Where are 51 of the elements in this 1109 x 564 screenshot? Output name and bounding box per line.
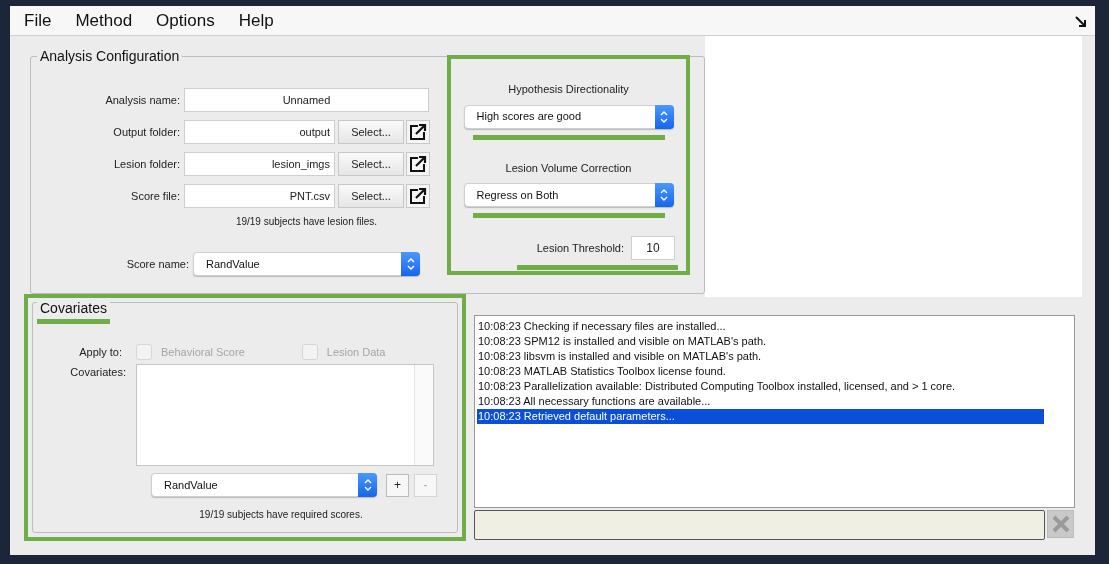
external-link-icon (409, 187, 427, 205)
text-field[interactable]: Unnamed (184, 88, 429, 112)
log-line[interactable]: 10:08:23 MATLAB Statistics Toolbox license found. (477, 364, 1044, 379)
log-line[interactable]: 10:08:23 All necessary functions are available... (477, 394, 1044, 409)
add-button[interactable]: + (386, 473, 409, 497)
open-button[interactable] (406, 120, 430, 144)
menu-item[interactable]: Options (155, 9, 216, 32)
path-field[interactable]: lesion_imgs (184, 152, 335, 176)
open-button[interactable] (406, 152, 430, 176)
log-line[interactable]: 10:08:23 Parallelization available: Distributed Computing Toolbox installed, licensed, and > 1 core. (477, 379, 1044, 394)
checkbox-label: Behavioral Score (161, 344, 245, 360)
chevron-updown-icon (405, 257, 416, 271)
path-field[interactable]: output (184, 120, 335, 144)
menu-item[interactable]: File (23, 9, 53, 32)
log-line[interactable]: 10:08:23 Checking if necessary files are installed... (477, 319, 1044, 334)
path-field[interactable]: PNT.csv (184, 184, 335, 208)
menu-item[interactable]: Help (237, 9, 275, 32)
select-button[interactable]: Select... (338, 152, 404, 176)
status-text: 19/19 subjects have lesion files. (234, 215, 379, 229)
option-label: Lesion Volume Correction (505, 160, 632, 176)
close-icon (1050, 514, 1071, 534)
number-field[interactable]: 10 (631, 236, 675, 260)
field-label: Apply to: (78, 344, 123, 360)
log-line[interactable]: 10:08:23 SPM12 is installed and visible on MATLAB's path. (477, 334, 1044, 349)
dropdown[interactable]: RandValue (193, 252, 420, 276)
status-text: 19/19 subjects have required scores. (198, 508, 364, 522)
external-link-icon (409, 155, 427, 173)
resize-icon (1075, 16, 1087, 28)
group-title: Analysis Configuration (37, 47, 183, 65)
chevron-updown-icon (362, 478, 373, 492)
command-field[interactable] (474, 510, 1045, 540)
dropdown[interactable]: RandValue (151, 473, 377, 497)
field-label: Covariates: (69, 365, 127, 380)
field-label: Analysis name: (104, 92, 181, 108)
select-button[interactable]: Select... (338, 184, 404, 208)
option-label: Hypothesis Directionality (508, 82, 629, 97)
select-button[interactable]: Select... (338, 120, 404, 144)
chevron-updown-icon (659, 188, 669, 202)
field-label: Output folder: (112, 124, 181, 140)
log-line[interactable]: 10:08:23 libsvm is installed and visible on MATLAB's path. (477, 349, 1044, 364)
field-label: Score file: (130, 188, 181, 204)
menu-item[interactable]: Method (74, 9, 134, 32)
field-label: Score name: (125, 256, 190, 272)
open-button[interactable] (406, 184, 430, 208)
dropdown[interactable]: High scores are good (463, 104, 674, 129)
field-label: Lesion folder: (112, 156, 181, 172)
external-link-icon (409, 123, 427, 141)
checkbox-label: Lesion Data (326, 344, 386, 360)
dropdown[interactable]: Regress on Both (463, 183, 674, 207)
chevron-updown-icon (659, 109, 669, 124)
field-label: Lesion Threshold: (536, 240, 624, 256)
